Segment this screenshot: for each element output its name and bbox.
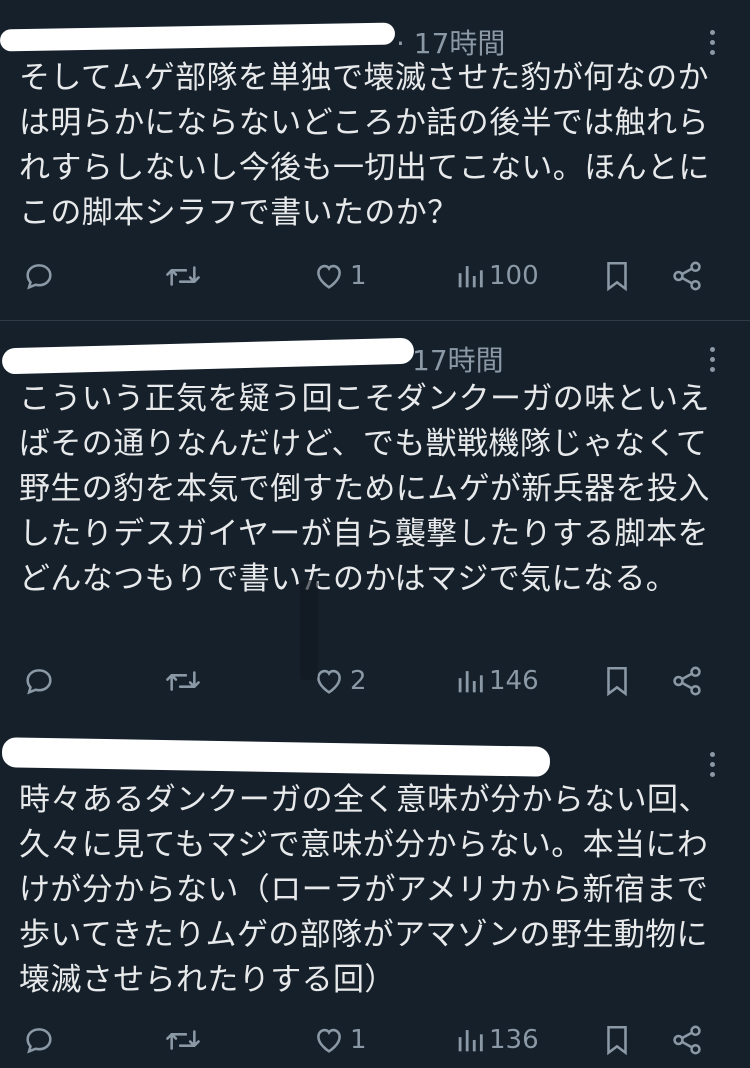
- views-count: 146: [489, 666, 539, 696]
- post-header: 17時間: [0, 337, 750, 381]
- views-button[interactable]: 146: [455, 659, 539, 703]
- reply-button[interactable]: [22, 254, 56, 298]
- reply-icon: [26, 1028, 52, 1054]
- like-button[interactable]: 1: [312, 254, 367, 298]
- more-icon[interactable]: [708, 347, 716, 377]
- retweet-button[interactable]: [163, 659, 203, 703]
- share-button[interactable]: [670, 659, 704, 703]
- views-icon: [458, 266, 483, 288]
- bookmark-button[interactable]: [602, 659, 632, 703]
- bookmark-button[interactable]: [602, 254, 632, 298]
- bookmark-button[interactable]: [602, 1018, 632, 1062]
- share-button[interactable]: [670, 254, 704, 298]
- post-actions: 1 136: [0, 1018, 750, 1062]
- like-count: 1: [350, 1025, 367, 1055]
- views-count: 100: [489, 261, 539, 291]
- heart-icon: [317, 1028, 341, 1053]
- share-icon: [673, 666, 701, 696]
- scrollbar-track[interactable]: [300, 580, 318, 680]
- reply-icon: [26, 669, 52, 695]
- like-button[interactable]: 1: [312, 1018, 367, 1062]
- views-icon: [458, 1030, 483, 1052]
- post-actions: 1 100: [0, 254, 750, 298]
- reply-icon: [26, 264, 52, 290]
- redacted-username: [1, 337, 415, 375]
- share-button[interactable]: [670, 1018, 704, 1062]
- views-button[interactable]: 100: [455, 254, 539, 298]
- redacted-username: [1, 737, 551, 777]
- post-3[interactable]: 時々あるダンクーガの全く意味が分からない回、久々に見てもマジで意味が分からない。…: [0, 720, 750, 1068]
- retweet-icon: [166, 266, 200, 286]
- bookmark-icon: [607, 1025, 627, 1056]
- post-text: こういう正気を疑う回こそダンクーガの味といえばその通りなんだけど、でも獣戦機隊じ…: [19, 381, 710, 597]
- views-icon: [458, 671, 483, 693]
- bookmark-icon: [607, 261, 627, 292]
- like-button[interactable]: 2: [312, 659, 367, 703]
- share-icon: [673, 1025, 701, 1055]
- retweet-button[interactable]: [163, 1018, 203, 1062]
- retweet-icon: [166, 1030, 200, 1050]
- reply-button[interactable]: [22, 1018, 56, 1062]
- post-header: [0, 737, 750, 782]
- reply-button[interactable]: [22, 659, 56, 703]
- like-count: 2: [350, 666, 367, 696]
- views-count: 136: [489, 1025, 539, 1055]
- post-1[interactable]: · 17時間 そしてムゲ部隊を単独で壊滅させた豹が何なのかは明らかにならないどこ…: [0, 0, 750, 320]
- share-icon: [673, 261, 701, 291]
- heart-icon: [317, 264, 341, 289]
- like-count: 1: [350, 261, 367, 291]
- post-text: 時々あるダンクーガの全く意味が分からない回、久々に見てもマジで意味が分からない。…: [19, 782, 710, 998]
- bookmark-icon: [607, 666, 627, 697]
- redacted-username: [0, 22, 396, 52]
- retweet-icon: [166, 671, 200, 691]
- post-text: そしてムゲ部隊を単独で壊滅させた豹が何なのかは明らかにならないどころか話の後半で…: [19, 60, 710, 231]
- post-actions: 2 146: [0, 659, 750, 703]
- retweet-button[interactable]: [163, 254, 203, 298]
- views-button[interactable]: 136: [455, 1018, 539, 1062]
- post-2[interactable]: 17時間 こういう正気を疑う回こそダンクーガの味といえばその通りなんだけど、でも…: [0, 320, 750, 720]
- post-time: 17時間: [412, 344, 504, 377]
